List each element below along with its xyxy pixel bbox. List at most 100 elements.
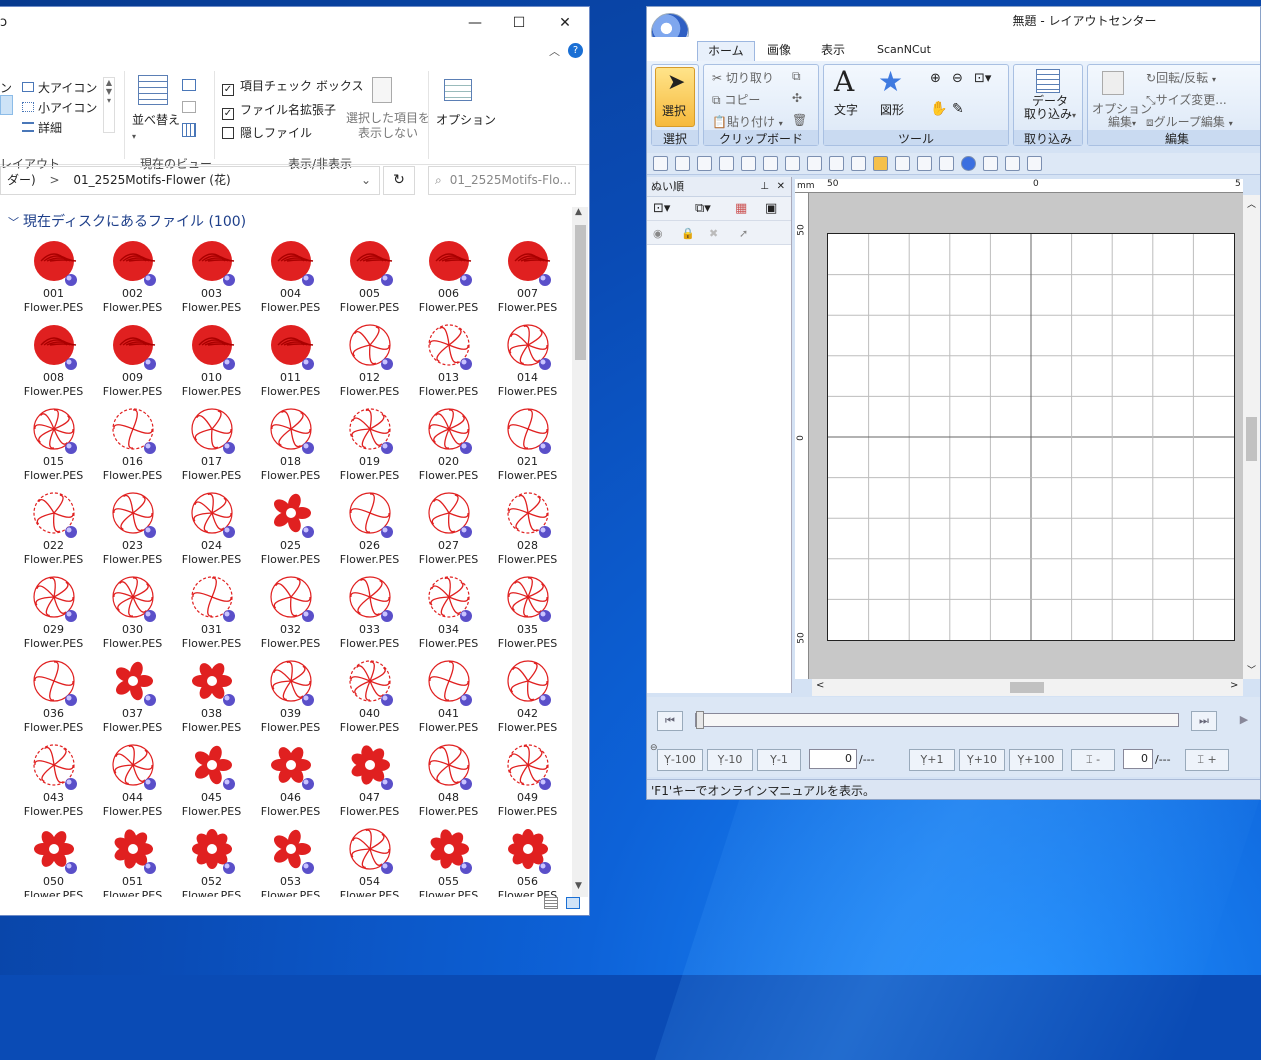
file-item[interactable]: 030 Flower.PES <box>93 573 172 657</box>
file-item[interactable]: 031 Flower.PES <box>172 573 251 657</box>
group-by-icon[interactable] <box>182 79 196 91</box>
file-item[interactable]: 041 Flower.PES <box>409 657 488 741</box>
file-item[interactable]: 014 Flower.PES <box>488 321 567 405</box>
file-item[interactable]: 008 Flower.PES <box>14 321 93 405</box>
add-columns-icon[interactable] <box>182 101 196 113</box>
file-item[interactable]: 006 Flower.PES <box>409 237 488 321</box>
lock-icon[interactable]: 🔒 <box>681 227 695 240</box>
file-item[interactable]: 004 Flower.PES <box>251 237 330 321</box>
play-icon[interactable]: ▶ <box>1229 711 1259 731</box>
card-icon[interactable] <box>785 156 800 171</box>
go-start-icon[interactable]: ⏮ <box>657 711 683 731</box>
details-option[interactable]: 詳細 <box>22 119 62 136</box>
color-plus-button[interactable]: ⌶ + <box>1185 749 1229 771</box>
address-dropdown-icon[interactable]: ⌄ <box>361 167 371 194</box>
file-item[interactable]: 015 Flower.PES <box>14 405 93 489</box>
address-bar[interactable]: ダー) > 01_2525Motifs-Flower (花) ⌄ <box>0 166 380 195</box>
rotate-flip-button[interactable]: ↻回転/反転 ▾ <box>1146 69 1216 86</box>
zoom-icon[interactable] <box>719 156 734 171</box>
file-item[interactable]: 027 Flower.PES <box>409 489 488 573</box>
page-icon[interactable] <box>807 156 822 171</box>
file-item[interactable]: 018 Flower.PES <box>251 405 330 489</box>
file-item[interactable]: 052 Flower.PES <box>172 825 251 897</box>
layout-scroll[interactable]: ▲ ▼ ▾ <box>103 77 115 133</box>
file-item[interactable]: 005 Flower.PES <box>330 237 409 321</box>
file-item[interactable]: 025 Flower.PES <box>251 489 330 573</box>
file-item[interactable]: 001 Flower.PES <box>14 237 93 321</box>
layout-vscroll-thumb[interactable] <box>1246 417 1257 461</box>
group-edit-button[interactable]: ⧈グループ編集 ▾ <box>1146 113 1233 130</box>
file-item[interactable]: 010 Flower.PES <box>172 321 251 405</box>
extension-checkbox-toggle[interactable]: ✓ ファイル名拡張子 <box>222 101 336 120</box>
shape-tool-icon[interactable]: ★ <box>878 65 903 98</box>
hidden-files-checkbox[interactable] <box>222 127 234 139</box>
file-item[interactable]: 044 Flower.PES <box>93 741 172 825</box>
file-item[interactable]: 039 Flower.PES <box>251 657 330 741</box>
thread-icon[interactable] <box>1005 156 1020 171</box>
layout-scroll-left[interactable]: < <box>816 680 824 691</box>
file-group-header[interactable]: ﹀ 現在ディスクにあるファイル (100) <box>8 211 246 231</box>
file-item[interactable]: 007 Flower.PES <box>488 237 567 321</box>
blue-circle-icon[interactable] <box>961 156 976 171</box>
hide-selected-button[interactable]: 選択した項目を 表示しない <box>346 111 430 141</box>
size-columns-icon[interactable] <box>182 123 196 137</box>
import-data-icon[interactable] <box>1036 69 1060 93</box>
text-tool-button[interactable]: 文字 <box>834 101 858 118</box>
options-button[interactable]: オプション <box>436 111 496 128</box>
file-item[interactable]: 047 Flower.PES <box>330 741 409 825</box>
chevron-down-icon[interactable]: ﹀ <box>8 216 19 229</box>
file-item[interactable]: 009 Flower.PES <box>93 321 172 405</box>
zoom-out-icon[interactable]: ⊖ <box>952 71 963 86</box>
layout-scroll-up[interactable]: ︿ <box>1247 197 1256 210</box>
color-minus-button[interactable]: ⌶ - <box>1071 749 1115 771</box>
go-end-icon[interactable]: ⏭ <box>1191 711 1217 731</box>
file-item[interactable]: 022 Flower.PES <box>14 489 93 573</box>
step-minus-100-button[interactable]: Ỵ-100 <box>657 749 703 771</box>
file-item[interactable]: 019 Flower.PES <box>330 405 409 489</box>
delete-icon[interactable]: 🗑 <box>792 113 807 127</box>
distribute-icon[interactable]: ✣ <box>792 91 802 105</box>
measure-icon[interactable]: ✎ <box>952 101 964 117</box>
pointer-icon[interactable]: ➚ <box>739 227 748 240</box>
file-item[interactable]: 012 Flower.PES <box>330 321 409 405</box>
open-file-icon[interactable] <box>675 156 690 171</box>
file-item[interactable]: 026 Flower.PES <box>330 489 409 573</box>
file-item[interactable]: 020 Flower.PES <box>409 405 488 489</box>
layout-scroll-down[interactable]: ﹀ <box>1247 663 1256 676</box>
file-item[interactable]: 036 Flower.PES <box>14 657 93 741</box>
stitch-number-field[interactable]: 0 <box>809 749 857 769</box>
file-item[interactable]: 032 Flower.PES <box>251 573 330 657</box>
address-separator[interactable]: > <box>50 173 60 187</box>
duplicate-icon[interactable]: ⧉ <box>792 69 801 84</box>
large-icons-view-icon[interactable] <box>566 897 580 909</box>
file-item[interactable]: 035 Flower.PES <box>488 573 567 657</box>
stitch-slider-thumb[interactable] <box>696 711 704 729</box>
undo-icon[interactable] <box>741 156 756 171</box>
shape-tool-button[interactable]: 図形 <box>880 101 904 118</box>
file-item[interactable]: 011 Flower.PES <box>251 321 330 405</box>
import-data-button[interactable]: データ 取り込み▾ <box>1024 95 1076 122</box>
new-file-icon[interactable] <box>653 156 668 171</box>
file-item[interactable]: 033 Flower.PES <box>330 573 409 657</box>
address-folder[interactable]: 01_2525Motifs-Flower (花) <box>73 173 230 187</box>
step-minus-1-button[interactable]: Ỵ-1 <box>757 749 801 771</box>
stitch-view-icon[interactable] <box>873 156 888 171</box>
file-item[interactable]: 038 Flower.PES <box>172 657 251 741</box>
paste-button[interactable]: 📋貼り付け ▾ <box>712 113 783 130</box>
file-item[interactable]: 024 Flower.PES <box>172 489 251 573</box>
hoop-icon[interactable] <box>939 156 954 171</box>
file-item[interactable]: 017 Flower.PES <box>172 405 251 489</box>
file-item[interactable]: 054 Flower.PES <box>330 825 409 897</box>
file-item[interactable]: 034 Flower.PES <box>409 573 488 657</box>
pin-icon[interactable]: ⊥ <box>760 177 769 197</box>
zoom-fit-icon[interactable]: ⊡▾ <box>974 71 991 86</box>
details-view-icon[interactable] <box>544 897 558 909</box>
file-item[interactable]: 049 Flower.PES <box>488 741 567 825</box>
embroidery-hoop-canvas[interactable] <box>827 233 1235 641</box>
file-item[interactable]: 016 Flower.PES <box>93 405 172 489</box>
step-plus-10-button[interactable]: Ỵ+10 <box>959 749 1005 771</box>
tab-home[interactable]: ホーム <box>697 41 755 61</box>
more-icon[interactable] <box>1027 156 1042 171</box>
file-item[interactable]: 043 Flower.PES <box>14 741 93 825</box>
file-item[interactable]: 056 Flower.PES <box>488 825 567 897</box>
